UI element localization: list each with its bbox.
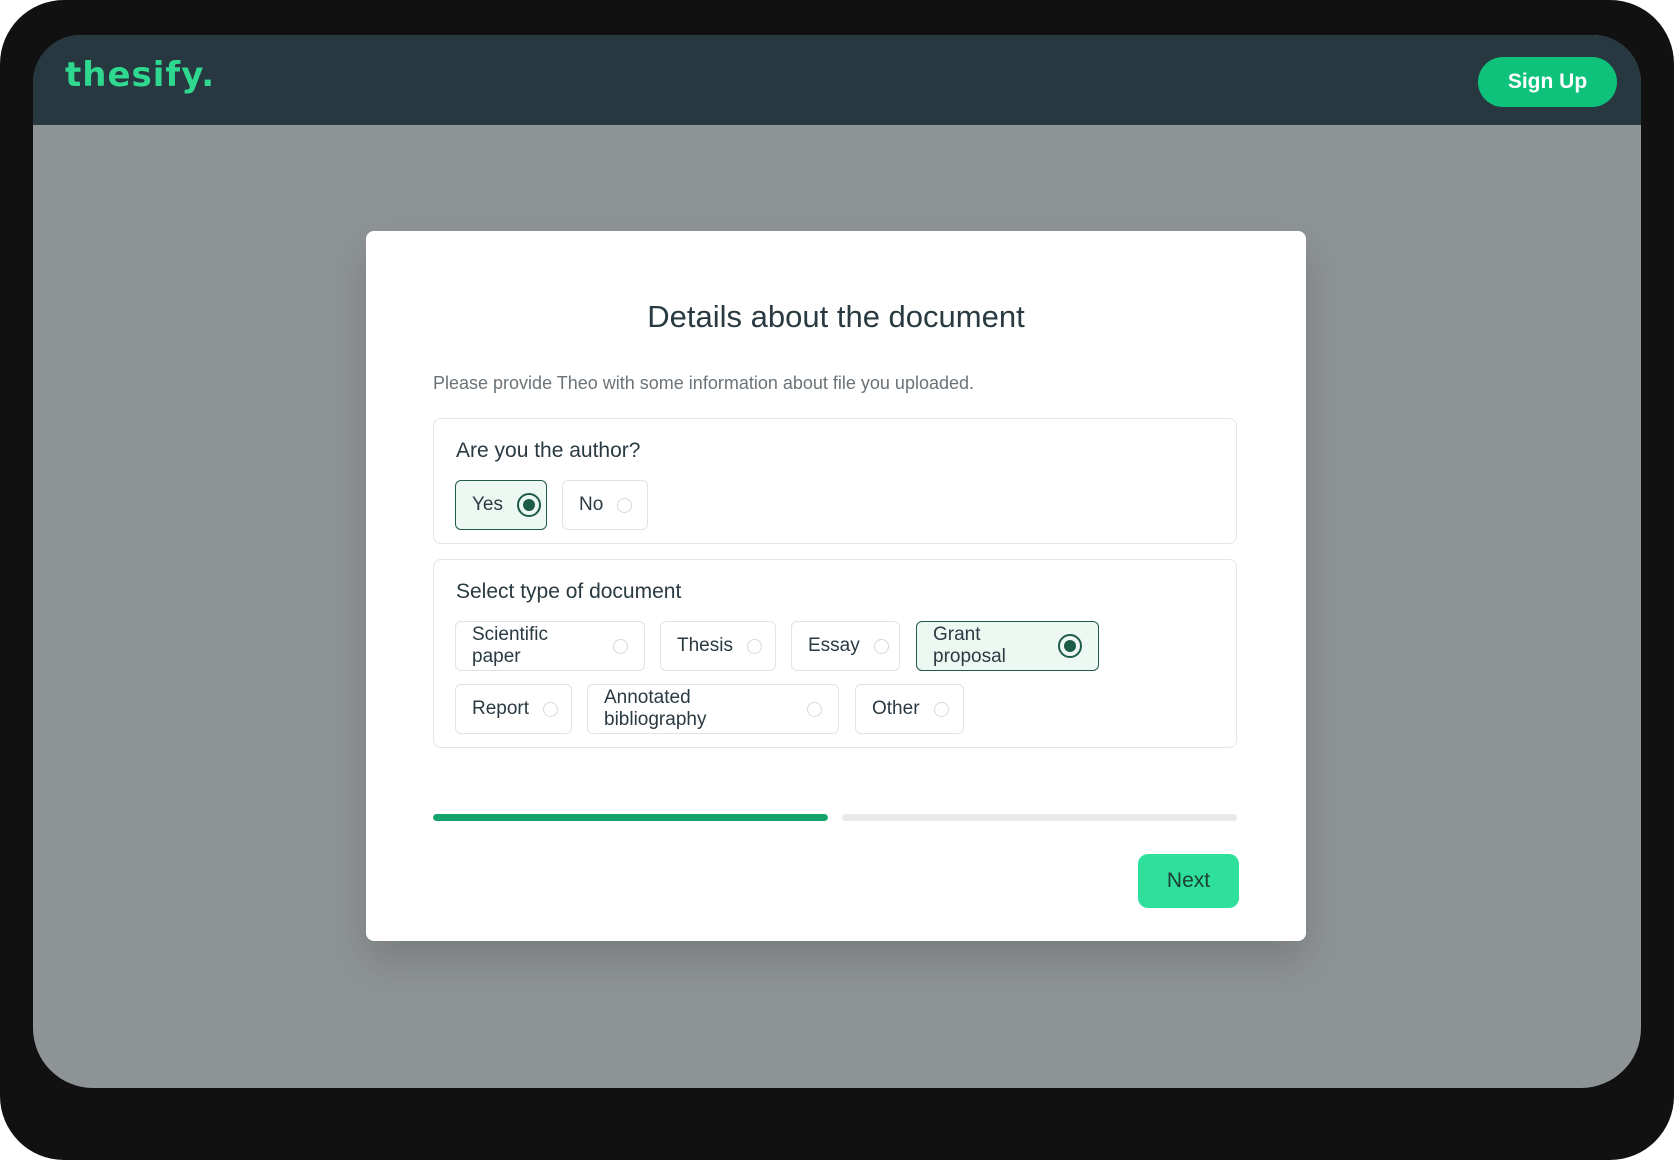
radio-empty-icon bbox=[617, 497, 633, 513]
app-screen: thesify. Sign Up Details about the docum… bbox=[33, 35, 1641, 1088]
option-label: Other bbox=[872, 698, 920, 719]
option-label: Essay bbox=[808, 635, 860, 656]
step-progress-bar bbox=[433, 814, 1237, 822]
top-navbar: thesify. Sign Up bbox=[33, 35, 1641, 125]
author-question-label: Are you the author? bbox=[456, 439, 641, 462]
doc-type-other[interactable]: Other bbox=[855, 684, 964, 734]
option-label: Annotated bibliography bbox=[604, 687, 707, 730]
dialog-title: Details about the document bbox=[647, 299, 1025, 334]
option-label: Report bbox=[472, 698, 530, 719]
doc-type-grant-proposal[interactable]: Grant proposal bbox=[916, 621, 1099, 671]
radio-empty-icon bbox=[807, 701, 822, 717]
doc-type-essay[interactable]: Essay bbox=[791, 621, 900, 671]
doc-type-scientific-paper[interactable]: Scientific paper bbox=[455, 621, 645, 671]
document-type-section: Select type of document Scientific paper… bbox=[433, 559, 1237, 748]
progress-step-1 bbox=[433, 814, 828, 821]
progress-fill bbox=[433, 814, 828, 821]
author-question-section: Are you the author? Yes No bbox=[433, 418, 1237, 544]
document-type-label: Select type of document bbox=[456, 580, 682, 603]
doc-type-thesis[interactable]: Thesis bbox=[660, 621, 776, 671]
option-label: Yes bbox=[472, 494, 503, 515]
radio-empty-icon bbox=[746, 638, 762, 654]
option-label: Scientific paper bbox=[472, 624, 549, 667]
author-option-yes[interactable]: Yes bbox=[455, 480, 547, 530]
radio-selected-icon bbox=[1058, 634, 1082, 658]
next-button[interactable]: Next bbox=[1138, 854, 1239, 908]
option-label: Thesis bbox=[677, 635, 733, 656]
progress-step-2 bbox=[842, 814, 1237, 821]
option-label: No bbox=[579, 494, 604, 515]
option-label: Grant proposal bbox=[933, 624, 1006, 667]
radio-empty-icon bbox=[933, 701, 949, 717]
document-details-dialog: Details about the document Please provid… bbox=[366, 231, 1306, 941]
author-option-no[interactable]: No bbox=[562, 480, 648, 530]
thesify-logo[interactable]: thesify. bbox=[65, 55, 215, 95]
radio-empty-icon bbox=[873, 638, 889, 654]
radio-empty-icon bbox=[613, 638, 628, 654]
device-frame: thesify. Sign Up Details about the docum… bbox=[0, 0, 1674, 1160]
radio-selected-icon bbox=[517, 493, 541, 517]
doc-type-report[interactable]: Report bbox=[455, 684, 572, 734]
radio-empty-icon bbox=[543, 701, 559, 717]
dialog-subtitle: Please provide Theo with some informatio… bbox=[433, 373, 975, 393]
sign-up-button[interactable]: Sign Up bbox=[1478, 57, 1617, 107]
doc-type-annotated-bibliography[interactable]: Annotated bibliography bbox=[587, 684, 839, 734]
